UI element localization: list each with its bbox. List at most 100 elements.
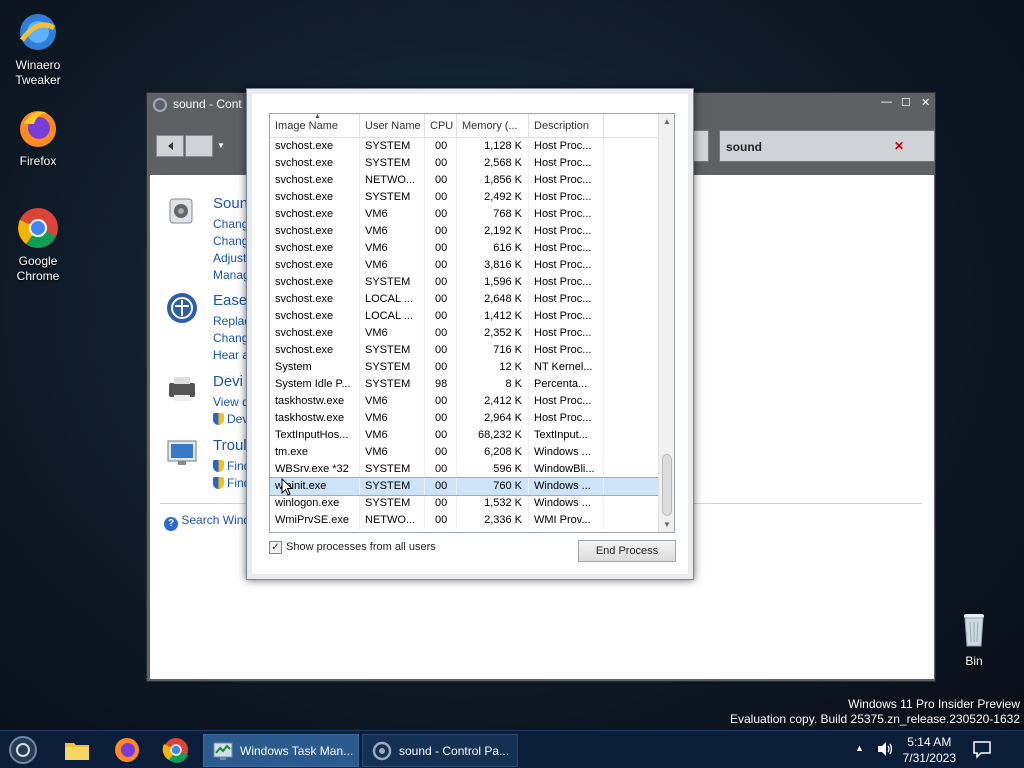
category-link[interactable]: Adjust bbox=[213, 251, 246, 265]
table-row[interactable]: TextInputHos... VM6 00 68,232 K TextInput... bbox=[270, 427, 658, 444]
process-cpu: 00 bbox=[425, 257, 457, 274]
scroll-up-icon[interactable]: ▲ bbox=[663, 117, 671, 126]
recent-pages-chevron-icon[interactable]: ▼ bbox=[217, 141, 225, 150]
category-link[interactable]: Hear a bbox=[213, 348, 249, 362]
table-row[interactable]: System SYSTEM 00 12 K NT Kernel... bbox=[270, 359, 658, 376]
desktop-icon-recycle-bin[interactable]: Bin bbox=[939, 606, 1009, 669]
process-user-name: SYSTEM bbox=[360, 461, 425, 478]
scroll-down-icon[interactable]: ▼ bbox=[663, 520, 671, 529]
search-box[interactable]: sound ✕ bbox=[719, 130, 935, 162]
category-link[interactable]: Chang bbox=[213, 217, 248, 231]
end-process-button[interactable]: End Process bbox=[578, 540, 676, 562]
process-image-name: svchost.exe bbox=[270, 291, 360, 308]
desktop-icon-firefox[interactable]: Firefox bbox=[3, 106, 73, 169]
process-cpu: 00 bbox=[425, 138, 457, 155]
process-image-name: System bbox=[270, 359, 360, 376]
column-description[interactable]: Description bbox=[529, 114, 604, 138]
process-cpu: 00 bbox=[425, 478, 457, 495]
process-cpu: 00 bbox=[425, 461, 457, 478]
back-button[interactable] bbox=[156, 135, 184, 157]
category-link[interactable]: Find bbox=[213, 459, 250, 473]
table-row[interactable]: svchost.exe SYSTEM 00 1,596 K Host Proc... bbox=[270, 274, 658, 291]
table-row[interactable]: taskhostw.exe VM6 00 2,964 K Host Proc... bbox=[270, 410, 658, 427]
table-row[interactable]: wininit.exe SYSTEM 00 760 K Windows ... bbox=[270, 477, 659, 496]
task-manager-processes-panel: ▲ Image Name User Name CPU Memory (... D… bbox=[252, 94, 688, 574]
minimize-icon[interactable]: — bbox=[881, 96, 892, 108]
table-row[interactable]: svchost.exe LOCAL ... 00 2,648 K Host Proc..… bbox=[270, 291, 658, 308]
help-icon: ? bbox=[164, 517, 178, 531]
start-button[interactable] bbox=[8, 735, 38, 765]
process-cpu: 00 bbox=[425, 308, 457, 325]
table-row[interactable]: svchost.exe SYSTEM 00 2,492 K Host Proc... bbox=[270, 189, 658, 206]
table-row[interactable]: svchost.exe SYSTEM 00 716 K Host Proc... bbox=[270, 342, 658, 359]
process-memory: 2,568 K bbox=[457, 155, 529, 172]
show-all-users-label: Show processes from all users bbox=[286, 541, 436, 553]
process-image-name: svchost.exe bbox=[270, 274, 360, 291]
category-title[interactable]: Devi bbox=[213, 373, 243, 390]
search-input[interactable]: sound bbox=[726, 140, 762, 154]
process-image-name: WmiPrvSE.exe bbox=[270, 512, 360, 529]
desktop-icon-winaero-tweaker[interactable]: Winaero Tweaker bbox=[3, 10, 73, 88]
task-manager-window[interactable]: ▲ Image Name User Name CPU Memory (... D… bbox=[246, 88, 694, 580]
table-row[interactable]: svchost.exe LOCAL ... 00 1,412 K Host Proc..… bbox=[270, 308, 658, 325]
task-manager-icon bbox=[213, 742, 233, 760]
category-link[interactable]: Replac bbox=[213, 314, 250, 328]
process-user-name: SYSTEM bbox=[360, 495, 425, 512]
category-link[interactable]: Chang bbox=[213, 234, 248, 248]
category-link[interactable]: Dev bbox=[213, 412, 248, 426]
category-link[interactable]: Find bbox=[213, 476, 250, 490]
desktop-icon-label: Google Chrome bbox=[16, 254, 60, 283]
show-all-users-checkbox[interactable]: ✓ bbox=[269, 541, 282, 554]
category-title[interactable]: Soun bbox=[213, 195, 248, 212]
scrollbar-thumb[interactable] bbox=[662, 454, 672, 516]
process-image-name: svchost.exe bbox=[270, 189, 360, 206]
process-description: Windows ... bbox=[529, 495, 604, 512]
table-row[interactable]: svchost.exe SYSTEM 00 1,128 K Host Proc... bbox=[270, 138, 658, 155]
table-row[interactable]: svchost.exe SYSTEM 00 2,568 K Host Proc... bbox=[270, 155, 658, 172]
table-row[interactable]: System Idle P... SYSTEM 98 8 K Percenta... bbox=[270, 376, 658, 393]
table-row[interactable]: svchost.exe VM6 00 616 K Host Proc... bbox=[270, 240, 658, 257]
desktop-icon-google-chrome[interactable]: Google Chrome bbox=[3, 206, 73, 284]
table-row[interactable]: WBSrv.exe *32 SYSTEM 00 596 K WindowBli... bbox=[270, 461, 658, 478]
table-row[interactable]: svchost.exe VM6 00 3,816 K Host Proc... bbox=[270, 257, 658, 274]
table-row[interactable]: WmiPrvSE.exe NETWO... 00 2,336 K WMI Prov... bbox=[270, 512, 658, 529]
category-link[interactable]: View d bbox=[213, 395, 249, 409]
search-windows-help-link[interactable]: ? Search Wind bbox=[164, 513, 250, 531]
taskbar-chrome[interactable] bbox=[161, 735, 191, 765]
table-row[interactable]: svchost.exe NETWO... 00 1,856 K Host Proc... bbox=[270, 172, 658, 189]
table-row[interactable]: svchost.exe VM6 00 768 K Host Proc... bbox=[270, 206, 658, 223]
forward-button[interactable] bbox=[185, 135, 213, 157]
table-row[interactable]: svchost.exe VM6 00 2,192 K Host Proc... bbox=[270, 223, 658, 240]
system-clock[interactable]: 5:14 AM 7/31/2023 bbox=[903, 735, 956, 765]
category-link[interactable]: Chang bbox=[213, 331, 248, 345]
column-image-name[interactable]: Image Name bbox=[270, 114, 360, 138]
column-user-name[interactable]: User Name bbox=[360, 114, 425, 138]
process-list-scrollbar[interactable]: ▲ ▼ bbox=[658, 114, 674, 532]
category-title[interactable]: Ease bbox=[213, 292, 247, 309]
table-row[interactable]: taskhostw.exe VM6 00 2,412 K Host Proc... bbox=[270, 393, 658, 410]
taskbar-control-panel-button[interactable]: sound - Control Pa... bbox=[362, 734, 518, 767]
column-memory[interactable]: Memory (... bbox=[457, 114, 529, 138]
volume-icon[interactable] bbox=[875, 739, 895, 762]
category-title[interactable]: Troul bbox=[213, 437, 247, 454]
table-row[interactable]: tm.exe VM6 00 6,208 K Windows ... bbox=[270, 444, 658, 461]
process-description: Host Proc... bbox=[529, 172, 604, 189]
category-link[interactable]: Manag bbox=[213, 268, 250, 282]
close-icon[interactable]: ✕ bbox=[921, 96, 930, 109]
process-list[interactable]: ▲ Image Name User Name CPU Memory (... D… bbox=[269, 113, 675, 533]
clear-search-icon[interactable]: ✕ bbox=[894, 139, 904, 153]
table-row[interactable]: svchost.exe VM6 00 2,352 K Host Proc... bbox=[270, 325, 658, 342]
table-row[interactable]: winlogon.exe SYSTEM 00 1,532 K Windows ... bbox=[270, 495, 658, 512]
process-memory: 616 K bbox=[457, 240, 529, 257]
taskbar-firefox[interactable] bbox=[112, 735, 142, 765]
process-user-name: VM6 bbox=[360, 240, 425, 257]
taskbar-task-manager-button[interactable]: Windows Task Man... bbox=[203, 734, 359, 767]
process-cpu: 00 bbox=[425, 512, 457, 529]
notifications-icon[interactable] bbox=[972, 739, 992, 762]
process-memory: 2,192 K bbox=[457, 223, 529, 240]
column-cpu[interactable]: CPU bbox=[425, 114, 457, 138]
taskbar-file-explorer[interactable] bbox=[62, 735, 92, 765]
maximize-icon[interactable]: ☐ bbox=[901, 96, 911, 109]
process-cpu: 00 bbox=[425, 342, 457, 359]
show-hidden-icons-chevron-icon[interactable]: ▲ bbox=[855, 743, 864, 753]
